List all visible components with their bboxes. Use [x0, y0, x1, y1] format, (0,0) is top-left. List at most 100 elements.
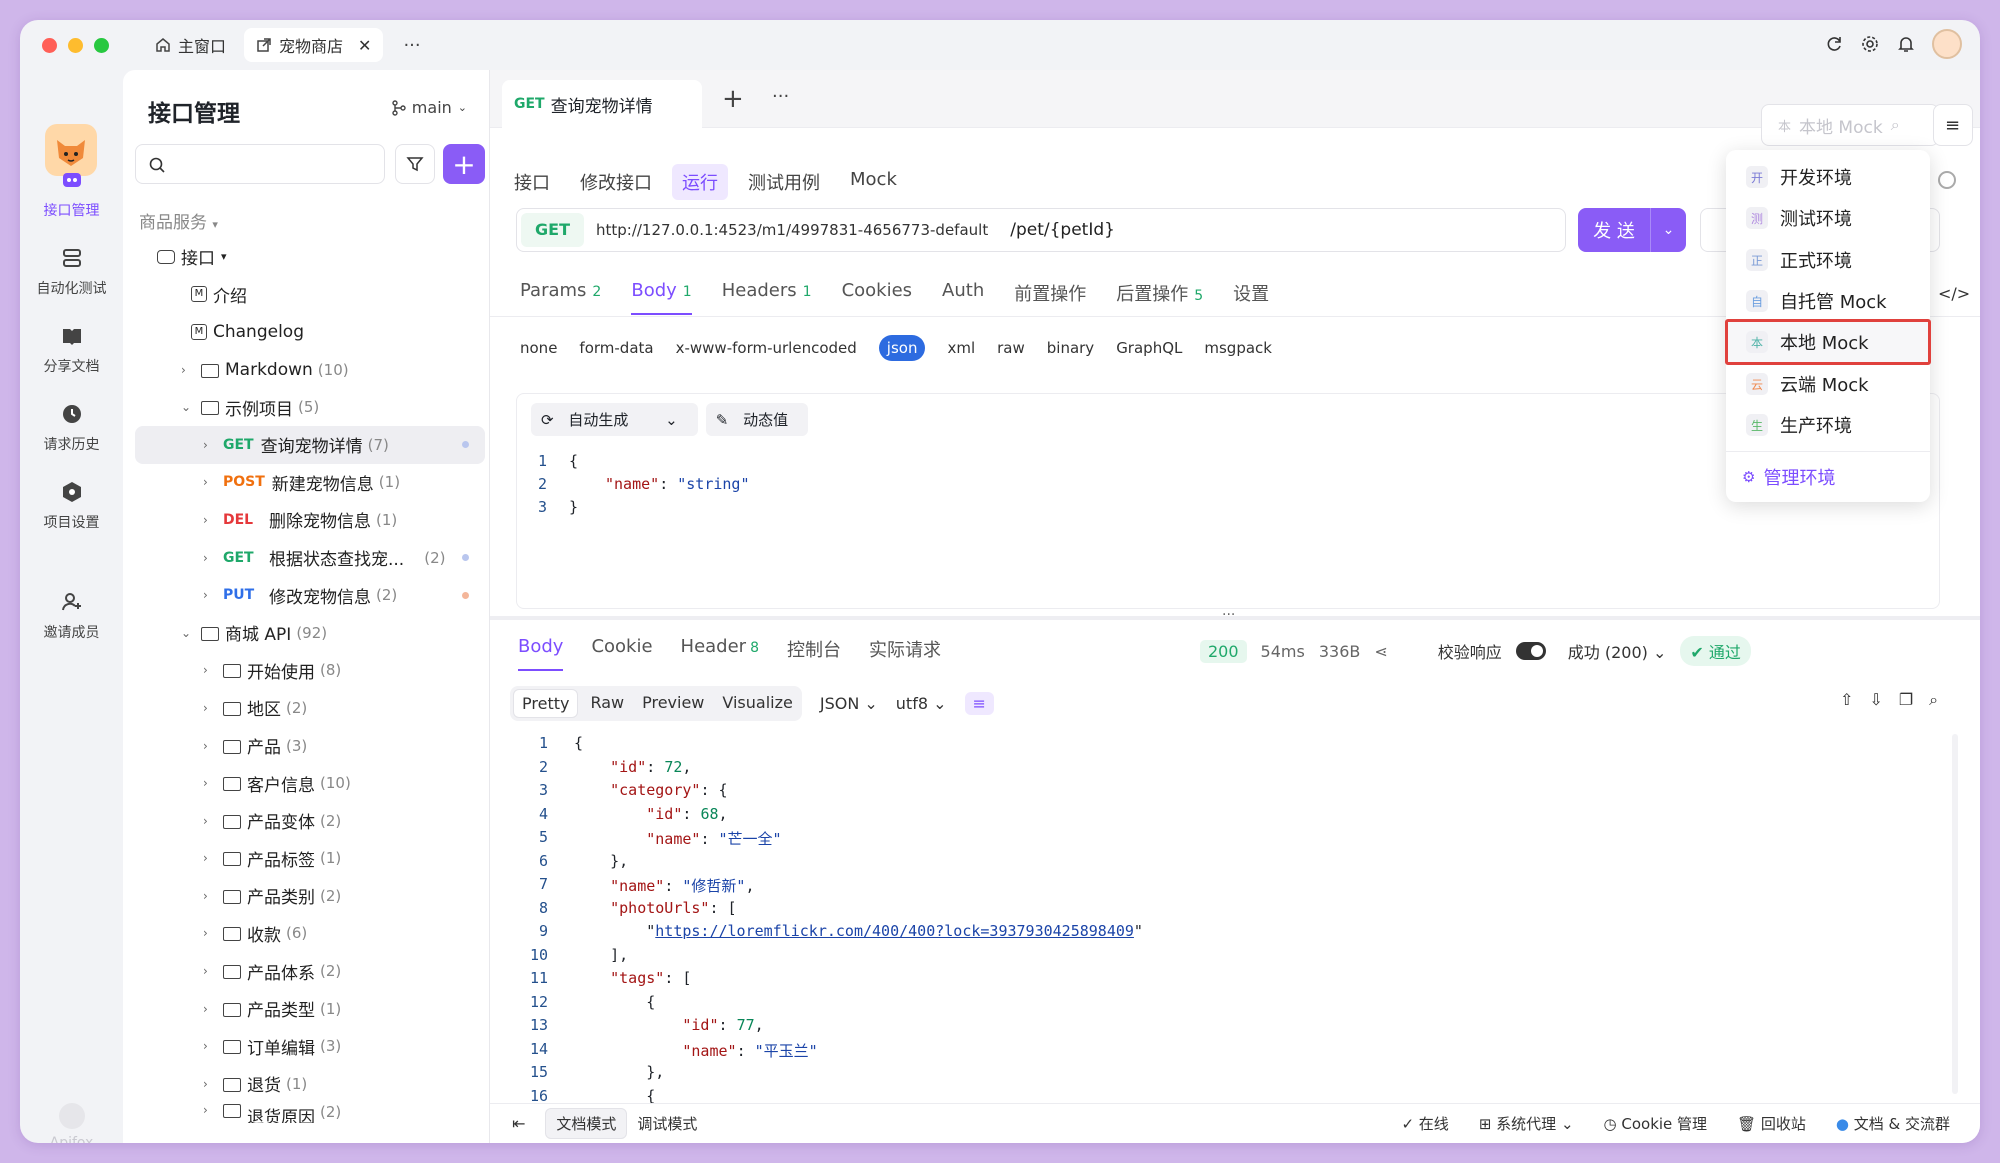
body-type-xml[interactable]: xml: [947, 339, 975, 357]
subnav-run[interactable]: 运行: [672, 164, 728, 200]
gear-icon[interactable]: [1860, 34, 1880, 54]
trash-button[interactable]: 🗑 回收站: [1737, 1113, 1806, 1134]
rail-item-share-docs[interactable]: 分享文档: [20, 324, 123, 376]
docs-community[interactable]: ● 文档 & 交流群: [1836, 1113, 1950, 1134]
env-selector[interactable]: 本 本地 Mock ⌕: [1761, 104, 1939, 146]
body-type-json[interactable]: json: [878, 335, 926, 361]
resp-tab-cookie[interactable]: Cookie: [591, 636, 652, 671]
share-icon[interactable]: ⋖: [1374, 642, 1387, 661]
resp-tab-header[interactable]: Header 8: [681, 636, 759, 671]
tree-folder[interactable]: › 产品 (3): [135, 727, 485, 765]
close-tab-icon[interactable]: ✕: [358, 36, 371, 55]
copy-icon[interactable]: ❐: [1899, 690, 1913, 710]
body-type-none[interactable]: none: [520, 339, 557, 357]
add-button[interactable]: +: [443, 144, 485, 184]
body-type-graphql[interactable]: GraphQL: [1116, 339, 1182, 357]
target-icon[interactable]: [1938, 171, 1956, 189]
tree-folder[interactable]: › 退货原因 (2): [135, 1103, 485, 1123]
rail-item-api[interactable]: 接口管理: [20, 168, 123, 220]
subnav-mock[interactable]: Mock: [840, 164, 907, 200]
env-option-selfhosted-mock[interactable]: 自自托管 Mock: [1726, 281, 1930, 321]
format-json-select[interactable]: JSON ⌄: [820, 694, 878, 713]
collapse-sidebar-icon[interactable]: ⇤: [512, 1114, 525, 1133]
tree-folder[interactable]: › 收款 (6): [135, 915, 485, 953]
new-tab-icon[interactable]: +: [722, 84, 744, 114]
tree-folder[interactable]: › 客户信息 (10): [135, 764, 485, 802]
tab-headers[interactable]: Headers 1: [722, 280, 812, 315]
minimize-window-button[interactable]: [68, 37, 83, 53]
tree-folder[interactable]: › 订单编辑 (3): [135, 1027, 485, 1065]
window-tab-petstore[interactable]: 宠物商店 ✕: [244, 28, 384, 62]
tree-item-doc[interactable]: M Changelog: [135, 313, 485, 351]
tree-folder[interactable]: › 开始使用 (8): [135, 652, 485, 690]
result-select[interactable]: 成功 (200) ⌄: [1568, 639, 1667, 663]
format-raw[interactable]: Raw: [584, 689, 630, 718]
env-option-production[interactable]: 生生产环境: [1726, 405, 1930, 445]
env-option-local-mock[interactable]: 本本地 Mock: [1725, 319, 1931, 365]
body-type-binary[interactable]: binary: [1047, 339, 1094, 357]
tree-endpoint[interactable]: › GET 根据状态查找宠... (2): [135, 539, 485, 577]
sidebar-search-input[interactable]: [135, 144, 385, 184]
method-select[interactable]: GET: [521, 213, 584, 247]
download-icon[interactable]: ⇩: [1869, 690, 1882, 710]
chevron-down-icon[interactable]: ⌄: [1650, 208, 1686, 252]
tree-folder[interactable]: › 产品类型 (1): [135, 990, 485, 1028]
manage-env-button[interactable]: ⚙ 管理环境: [1726, 457, 1930, 497]
rail-item-automation[interactable]: 自动化测试: [20, 246, 123, 298]
body-type-urlencoded[interactable]: x-www-form-urlencoded: [676, 339, 857, 357]
subnav-edit[interactable]: 修改接口: [570, 164, 662, 200]
body-type-msgpack[interactable]: msgpack: [1204, 339, 1272, 357]
cookie-manager[interactable]: ◷ Cookie 管理: [1604, 1113, 1708, 1134]
send-button[interactable]: 发 送 ⌄: [1578, 208, 1686, 252]
search-icon[interactable]: ⌕: [1929, 690, 1938, 710]
tree-item-doc[interactable]: M 介绍: [135, 276, 485, 314]
doc-mode-button[interactable]: 文档模式: [545, 1108, 628, 1139]
env-option-test[interactable]: 测测试环境: [1726, 198, 1930, 238]
encoding-select[interactable]: utf8 ⌄: [896, 694, 947, 713]
tree-folder[interactable]: › Markdown (10): [135, 351, 485, 389]
subnav-testcases[interactable]: 测试用例: [738, 164, 830, 200]
resp-tab-actual[interactable]: 实际请求: [869, 636, 941, 671]
tab-params[interactable]: Params 2: [520, 280, 601, 315]
upload-icon[interactable]: ⇧: [1840, 690, 1853, 710]
branch-selector[interactable]: main ⌄: [392, 98, 467, 117]
tab-pre[interactable]: 前置操作: [1014, 280, 1086, 315]
body-type-raw[interactable]: raw: [997, 339, 1025, 357]
tab-body[interactable]: Body 1: [631, 280, 692, 315]
tree-folder[interactable]: ⌄ 示例项目 (5): [135, 388, 485, 426]
dynamic-value-button[interactable]: ✎ 动态值: [705, 403, 809, 436]
tree-folder[interactable]: ⌄ 商城 API (92): [135, 614, 485, 652]
window-tab-main[interactable]: 主窗口: [143, 28, 238, 62]
scrollbar[interactable]: [1952, 734, 1958, 1094]
wrap-icon[interactable]: ≡: [964, 692, 994, 715]
close-window-button[interactable]: [42, 37, 57, 53]
tree-folder[interactable]: › 产品变体 (2): [135, 802, 485, 840]
code-icon[interactable]: </>: [1938, 284, 1970, 303]
url-bar[interactable]: GET http://127.0.0.1:4523/m1/4997831-465…: [516, 208, 1566, 252]
service-selector[interactable]: 商品服务 ▾: [139, 208, 218, 233]
panel-splitter[interactable]: ···: [490, 607, 1980, 623]
tree-folder[interactable]: › 产品标签 (1): [135, 840, 485, 878]
tree-folder[interactable]: › 地区 (2): [135, 689, 485, 727]
tree-item-root[interactable]: 接口 ▾: [135, 238, 485, 276]
resp-tab-body[interactable]: Body: [518, 636, 564, 671]
tree-endpoint[interactable]: › POST 新建宠物信息 (1): [135, 464, 485, 502]
tree-folder[interactable]: › 产品体系 (2): [135, 952, 485, 990]
response-body-code[interactable]: 1{2 "id": 72, 3 "category": {4 "id": 68, 5…: [518, 734, 1938, 1139]
tree-endpoint[interactable]: › PUT 修改宠物信息 (2): [135, 576, 485, 614]
tab-auth[interactable]: Auth: [942, 280, 984, 315]
tree-folder[interactable]: › 产品类别 (2): [135, 877, 485, 915]
tree-endpoint[interactable]: › DEL 删除宠物信息 (1): [135, 501, 485, 539]
auto-generate-button[interactable]: ⟳ 自动生成 ⌄: [531, 403, 698, 436]
tab-settings[interactable]: 设置: [1233, 280, 1269, 315]
bell-icon[interactable]: [1896, 34, 1916, 54]
tab-cookies[interactable]: Cookies: [842, 280, 912, 315]
tree-folder[interactable]: › 退货 (1): [135, 1065, 485, 1103]
format-preview[interactable]: Preview: [636, 689, 710, 718]
resp-tab-console[interactable]: 控制台: [787, 636, 841, 671]
avatar[interactable]: [1932, 29, 1962, 59]
env-option-cloud-mock[interactable]: 云云端 Mock: [1726, 364, 1930, 404]
more-icon[interactable]: ···: [772, 86, 789, 107]
format-visualize[interactable]: Visualize: [716, 689, 798, 718]
online-status[interactable]: ✓ 在线: [1401, 1113, 1448, 1134]
